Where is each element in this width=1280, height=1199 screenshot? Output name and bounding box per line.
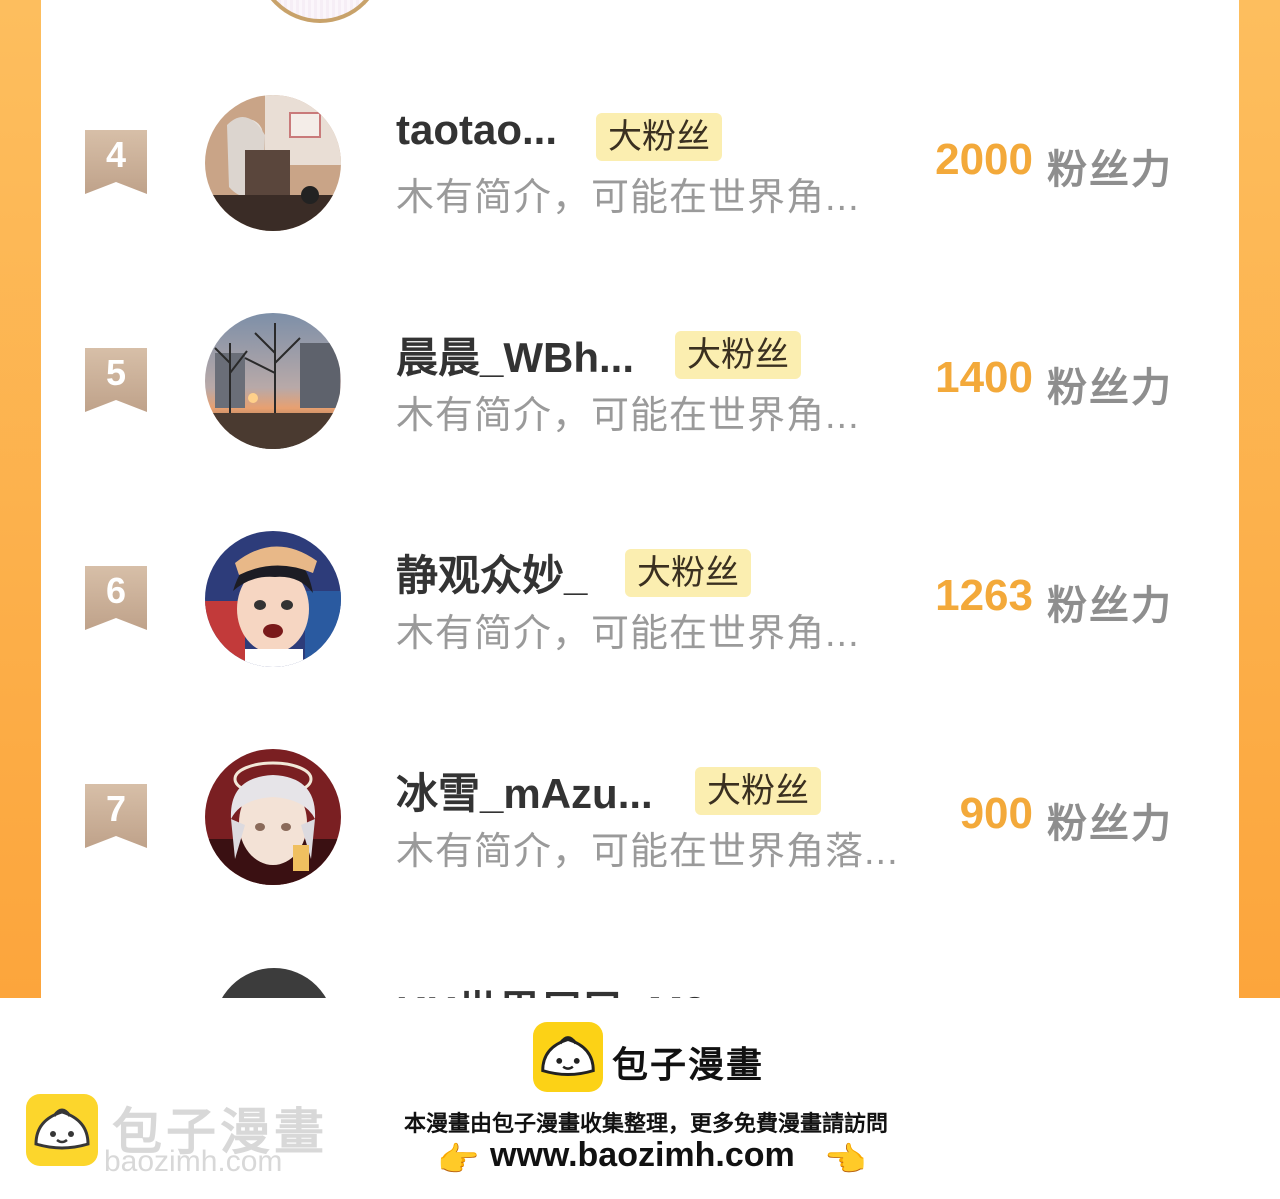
user-name[interactable]: taotao... xyxy=(396,106,557,154)
bun-logo-icon xyxy=(533,1022,603,1092)
fan-power-label: 粉丝力 xyxy=(1047,148,1173,192)
leaderboard-panel: 4 taotao... 大粉丝 木有简介，可能在世界角... 2000 粉丝力 … xyxy=(0,0,1280,998)
list-item[interactable]: 6 静观众妙_ 大粉丝 木有简介，可能在世界角... 1263 粉丝力 xyxy=(41,524,1239,674)
next-avatar[interactable] xyxy=(214,968,334,998)
rank-ribbon-icon: 6 xyxy=(85,566,147,630)
user-bio: 木有简介，可能在世界角... xyxy=(396,395,860,437)
user-bio: 木有简介，可能在世界角落... xyxy=(396,831,899,873)
fan-power-label: 粉丝力 xyxy=(1047,366,1173,410)
big-fan-badge: 大粉丝 xyxy=(675,331,801,379)
collection-note: 本漫畫由包子漫畫收集整理，更多免費漫畫請訪問 xyxy=(403,1111,888,1136)
list-item[interactable]: 4 taotao... 大粉丝 木有简介，可能在世界角... 2000 粉丝力 xyxy=(41,88,1239,238)
fan-power-score: 900 xyxy=(959,789,1033,838)
fan-power-label: 粉丝力 xyxy=(1047,802,1173,846)
left-border xyxy=(0,0,41,998)
rank-number: 6 xyxy=(105,570,127,611)
user-name[interactable]: 静观众妙_ xyxy=(396,542,587,603)
avatar[interactable] xyxy=(205,749,341,885)
fan-power-score: 1400 xyxy=(935,353,1033,402)
avatar[interactable] xyxy=(205,531,341,667)
avatar[interactable] xyxy=(205,95,341,231)
rank-number: 7 xyxy=(105,788,127,829)
previous-avatar xyxy=(256,0,384,23)
fan-power-score: 1263 xyxy=(935,571,1033,620)
big-fan-badge: 大粉丝 xyxy=(625,549,751,597)
user-bio: 木有简介，可能在世界角... xyxy=(396,177,860,219)
fan-ranking-list[interactable]: 4 taotao... 大粉丝 木有简介，可能在世界角... 2000 粉丝力 … xyxy=(41,0,1239,998)
watermark-url: baozimh.com xyxy=(104,1145,283,1178)
pointing-hand-icon: 👈 xyxy=(824,1141,867,1179)
big-fan-badge: 大粉丝 xyxy=(596,113,722,161)
list-item[interactable]: 5 晨晨_WBh... 大粉丝 木有简介，可能在世界角... 1400 粉丝力 xyxy=(41,306,1239,456)
big-fan-badge: 大粉丝 xyxy=(695,767,821,815)
user-bio: 木有简介，可能在世界角... xyxy=(396,613,860,655)
rank-number: 4 xyxy=(105,134,127,175)
user-name[interactable]: 冰雪_mAzu... xyxy=(396,760,653,821)
next-user-name[interactable]: KK世界居民_M2u xyxy=(396,978,732,998)
rank-ribbon-icon: 7 xyxy=(85,784,147,848)
brand-title: 包子漫畫 xyxy=(612,1044,765,1085)
right-border xyxy=(1239,0,1280,998)
fan-power-score: 2000 xyxy=(935,135,1033,184)
avatar[interactable] xyxy=(205,313,341,449)
rank-ribbon-icon: 5 xyxy=(85,348,147,412)
rank-number: 5 xyxy=(105,352,127,393)
fan-power-label: 粉丝力 xyxy=(1047,584,1173,628)
site-url[interactable]: www.baozimh.com xyxy=(490,1136,795,1175)
list-item[interactable]: 7 冰雪_mAzu... 大粉丝 木有简介，可能在世界角落... 900 粉丝力 xyxy=(41,742,1239,892)
rank-ribbon-icon: 4 xyxy=(85,130,147,194)
pointing-hand-icon: 👉 xyxy=(437,1141,480,1179)
user-name[interactable]: 晨晨_WBh... xyxy=(396,324,634,385)
